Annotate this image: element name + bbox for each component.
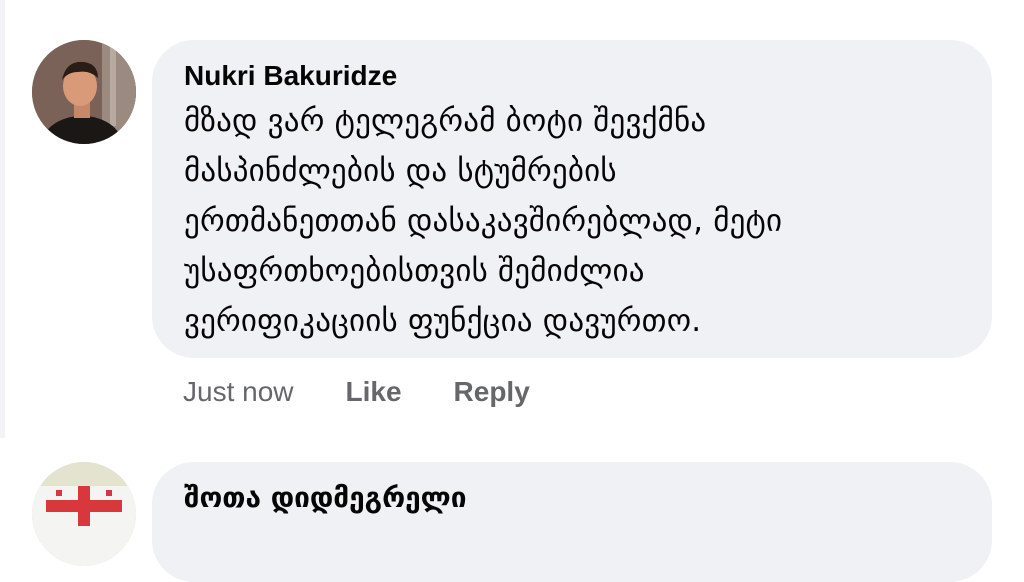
comment-text: მზად ვარ ტელეგრამ ბოტი შევქმნა მასპინძლე… xyxy=(184,96,960,346)
like-button[interactable]: Like xyxy=(346,376,402,408)
comment-bubble: Nukri Bakuridze მზად ვარ ტელეგრამ ბოტი შ… xyxy=(152,40,992,358)
comment-text-line: მზად ვარ ტელეგრამ ბოტი შევქმნა xyxy=(184,103,707,139)
comment-text-line: მასპინძლების და სტუმრების xyxy=(184,153,617,189)
next-comment-avatar[interactable] xyxy=(32,462,136,566)
left-thread-rule xyxy=(0,0,5,438)
comment-text-line: უსაფრთხოებისთვის შემიძლია xyxy=(184,253,645,289)
comment-actions: Just now Like Reply xyxy=(183,372,582,412)
comment-author[interactable]: Nukri Bakuridze xyxy=(184,58,960,94)
comment-text-line: ერთმანეთთან დასაკავშირებლად, მეტი xyxy=(184,203,783,239)
reply-button[interactable]: Reply xyxy=(454,376,530,408)
next-comment-author[interactable]: შოთა დიდმეგრელი xyxy=(184,480,960,516)
profile-photo-icon xyxy=(32,462,136,566)
profile-photo-icon xyxy=(32,40,136,144)
next-comment-bubble: შოთა დიდმეგრელი xyxy=(152,462,992,582)
comment-text-line: ვერიფიკაციის ფუნქცია დავურთო. xyxy=(184,303,702,339)
avatar[interactable] xyxy=(32,40,136,144)
comment-timestamp[interactable]: Just now xyxy=(183,376,294,408)
